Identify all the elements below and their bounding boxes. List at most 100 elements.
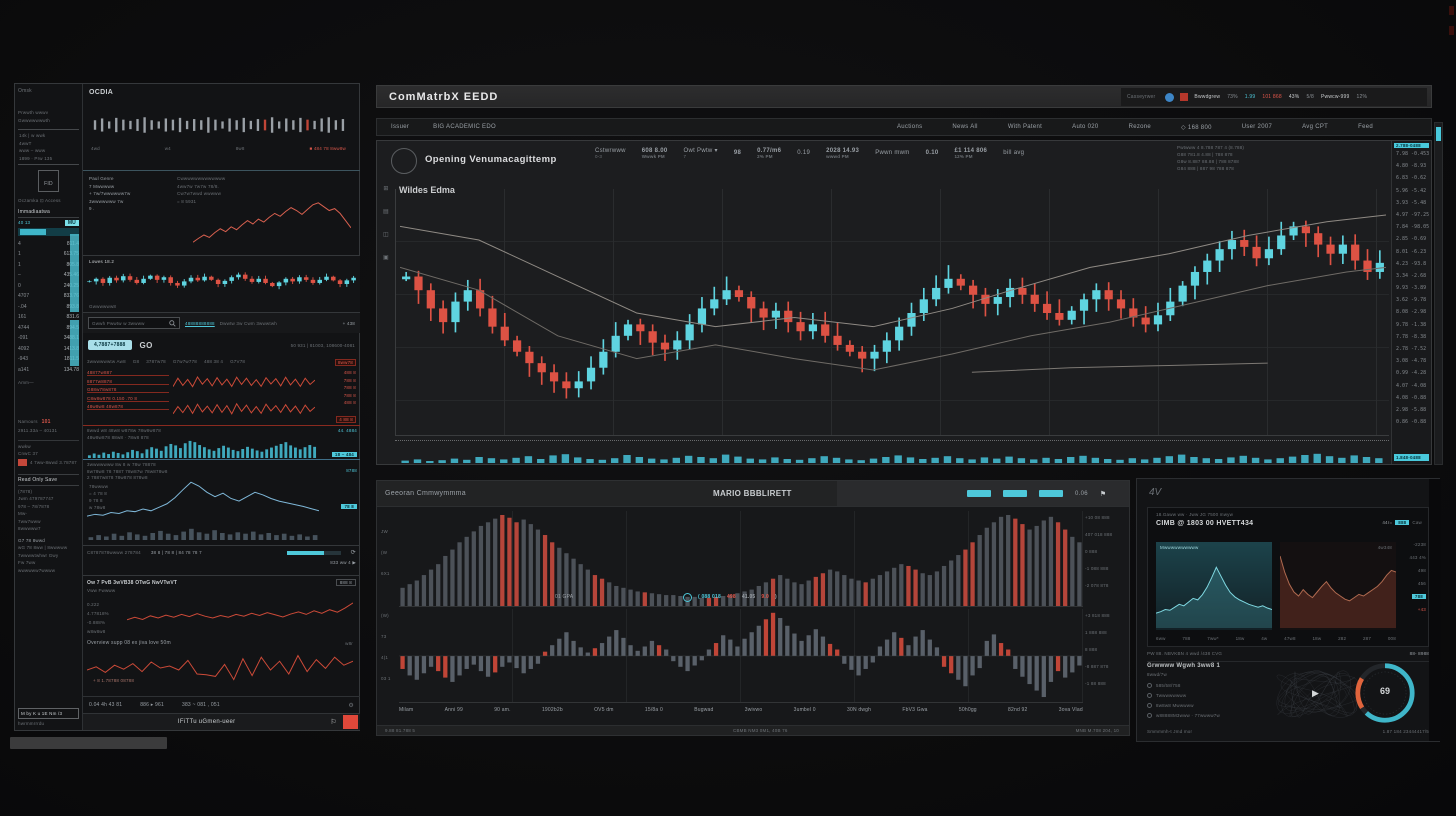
candlestick-plot[interactable] — [395, 189, 1389, 436]
ticker-item[interactable]: 12% — [1356, 94, 1367, 100]
taskbar-stub[interactable] — [10, 737, 167, 749]
red-header-item[interactable]: 3787w78 — [146, 359, 166, 364]
ticker-item[interactable]: 43% — [1289, 94, 1300, 100]
rail-mini-line: www – www — [19, 148, 78, 153]
depth-chip[interactable]: MU — [65, 220, 79, 226]
axis-label: 73 — [381, 634, 391, 639]
bottom-flag-icon[interactable]: ⚑ — [1100, 490, 1107, 498]
insight-item[interactable]: w88888M3www · 77wwww7w — [1147, 713, 1267, 718]
ticker-item[interactable]: 101 868 — [1262, 94, 1281, 100]
tool-box-icon[interactable]: ▣ — [383, 254, 389, 261]
blue-chip-2[interactable]: 78 8 — [341, 504, 357, 509]
fid-chip[interactable]: FID — [38, 170, 59, 192]
ticker-item[interactable]: Bwwdgrew — [1194, 94, 1220, 100]
insight-axis-label: 282 — [1338, 636, 1346, 641]
read-line[interactable]: Mw- — [18, 511, 79, 516]
ticker-item[interactable]: Pwwcw-999 — [1321, 94, 1349, 100]
tool-split-icon[interactable]: ◫ — [383, 231, 389, 238]
insight-scale-rows: -2238443 4%498456 — [1410, 542, 1426, 586]
gear-icon[interactable]: ⚙ — [348, 702, 354, 709]
promo-chip-button[interactable]: 4,7887+7888 — [88, 340, 132, 350]
access-row[interactable]: Oczamka ⊡ Access — [18, 198, 79, 204]
widget-mini-candles[interactable]: Lowes 18.2 Gwwwwww8 — [83, 256, 360, 313]
ticker-item[interactable]: 1.99 — [1245, 94, 1256, 100]
ticker-blue-icon[interactable] — [1165, 93, 1174, 102]
menu-item[interactable]: BIG ACADEMIC EDO — [433, 124, 496, 130]
ticker-item[interactable]: 5/8 — [1306, 94, 1314, 100]
price-scale-row: 3.62 -9.78 — [1392, 294, 1431, 306]
ticker-red-icon[interactable] — [1180, 93, 1188, 101]
red-label[interactable]: 48877w887 — [87, 370, 169, 376]
menu-item[interactable]: With Patent — [1008, 124, 1042, 130]
menu-item[interactable]: User 2007 — [1242, 124, 1272, 130]
overview-chip[interactable]: 888 8 — [336, 579, 356, 586]
scrollbar-thumb[interactable] — [1436, 127, 1441, 141]
blue-overlay-label: 78wwww — [89, 484, 108, 489]
menu-item[interactable]: News All — [952, 124, 977, 130]
menu-right: Auctions News All With Patent Auto 020 Rezon… — [897, 124, 1417, 131]
price-scale[interactable]: 2.788-0488 7.98 -0.4534.80 -8.936.83 -0.… — [1391, 141, 1431, 464]
chart-scrollbar[interactable] — [1434, 122, 1443, 465]
g7-lines: wG 78 8ww | 8wwwww7wwwwtwhwr GwyFw 7wwww… — [18, 545, 79, 573]
ctrl-right[interactable]: 833 ww 4 ▶ — [330, 560, 356, 566]
range-pill-3[interactable] — [1039, 490, 1063, 497]
red-label[interactable]: G88w78w878 — [87, 387, 169, 393]
orderbook-row[interactable]: a141 134.78 — [18, 365, 79, 375]
insight-axis-label: 287 — [1363, 636, 1371, 641]
menu-item[interactable]: ◇ 168 800 — [1181, 124, 1212, 131]
red-hot-badge[interactable]: 8ww78 — [335, 359, 356, 366]
red-header-item[interactable]: G7w7w778 — [173, 359, 197, 364]
histogram-lower[interactable] — [399, 609, 1083, 703]
search-filter-label[interactable]: Dwwtw 3w Cwm 3wwwtwh — [220, 321, 277, 326]
red-header-item[interactable]: 3wwwwwwtw Aw8 — [87, 359, 126, 364]
menu-item[interactable]: Feed — [1358, 124, 1373, 130]
teal-chip-2[interactable]: 18 – 484 — [332, 452, 357, 457]
tool-rows-icon[interactable]: ▤ — [383, 208, 389, 215]
refresh-icon[interactable]: ⟳ — [351, 549, 356, 556]
search-link[interactable]: 48888888888 — [185, 321, 215, 326]
red-label[interactable]: 8877w8878 — [87, 379, 169, 385]
menu-item[interactable]: Issuer — [391, 124, 409, 130]
read-line[interactable]: 978 – 78/7878 — [18, 504, 79, 509]
read-line[interactable]: (7878) — [18, 489, 79, 494]
blue-chip-1[interactable]: 8788 — [346, 468, 357, 473]
red-price-tag: 488 8 — [344, 370, 356, 375]
stop-button[interactable] — [343, 715, 358, 729]
rail-bottom-chip[interactable]: M by K u 1E Nm /3 — [18, 708, 79, 719]
go-button[interactable]: GO — [140, 341, 153, 350]
red-header-item[interactable]: 488 38 4 — [204, 359, 223, 364]
menu-item[interactable]: Auto 020 — [1072, 124, 1098, 130]
read-line[interactable]: Jwm 479787747 — [18, 496, 79, 501]
insight-chart-red[interactable]: 4w348 — [1280, 542, 1396, 630]
menu-item[interactable]: Auctions — [897, 124, 922, 130]
tool-grid-icon[interactable]: ⊞ — [383, 185, 388, 192]
insight-item[interactable]: 8w8w8 Mwwwww — [1147, 703, 1267, 708]
play-icon[interactable]: ▶ — [1312, 688, 1319, 699]
main-title-bar[interactable]: ComMatrbX EEDD Casseyrwer Bwwdgrew73%1.9… — [376, 85, 1432, 108]
insight-kicker: 18.Gaww ww · Jww JG 7500 mwyw — [1156, 512, 1233, 517]
gauge[interactable]: 69 — [1351, 659, 1419, 727]
flag-icon[interactable]: ⚐ — [330, 718, 337, 726]
insight-item[interactable]: 585/58/758 — [1147, 683, 1267, 688]
menu-item[interactable]: Avg CPT — [1302, 124, 1328, 130]
red-label[interactable]: 48w8w8 48w878 — [87, 404, 169, 410]
red-label[interactable]: C8w8w878 0.150 .70 8 — [87, 396, 169, 402]
read-line[interactable]: 7ww7www — [18, 519, 79, 524]
progress-bar[interactable] — [287, 551, 341, 555]
instrument-logo[interactable] — [391, 148, 417, 174]
menu-item[interactable]: Rezone — [1129, 124, 1151, 130]
insight-item[interactable]: Twwwwwwww — [1147, 693, 1267, 698]
search-input[interactable]: Gwwh Pwwtw w 3wwww — [88, 317, 180, 329]
range-pill-2[interactable] — [1003, 490, 1027, 497]
insight-badge[interactable]: 888 — [1395, 520, 1409, 525]
read-line[interactable]: 8wwwww7 — [18, 526, 79, 531]
range-pill-1[interactable] — [967, 490, 991, 497]
red-header-item[interactable]: G7V78 — [230, 359, 245, 364]
insight-chart-teal[interactable]: Mwwwwwwwwww — [1156, 542, 1272, 630]
bottom-footer: 9.88 81.788 5 CBMB NM3 0M1, 40B 76 MNB M… — [377, 725, 1129, 735]
search-add[interactable]: + 438 — [343, 321, 355, 326]
teal-chip-1[interactable]: 44. 4884 — [338, 428, 357, 433]
ticker-item[interactable]: 73% — [1227, 94, 1238, 100]
red-header-item[interactable]: G8 — [133, 359, 139, 364]
overview-axis-label: 4.77818% — [87, 611, 109, 616]
